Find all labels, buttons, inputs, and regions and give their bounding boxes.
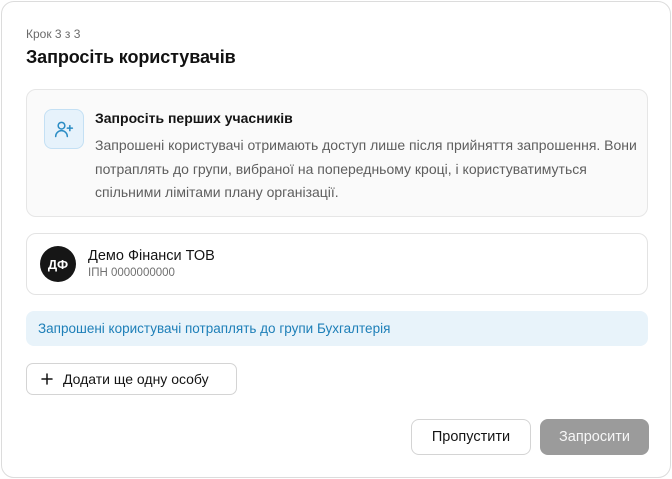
- add-person-label: Додати ще одну особу: [63, 371, 209, 387]
- organization-name: Демо Фінанси ТОВ: [88, 248, 215, 264]
- info-card: Запросіть перших учасників Запрошені кор…: [26, 89, 648, 217]
- info-title: Запросіть перших учасників: [95, 110, 293, 126]
- add-person-button[interactable]: Додати ще одну особу: [26, 363, 237, 395]
- invite-button[interactable]: Запросити: [540, 419, 649, 455]
- dialog-title: Запросіть користувачів: [26, 47, 236, 67]
- skip-button[interactable]: Пропустити: [411, 419, 531, 455]
- info-text: Запрошені користувачі отримають доступ л…: [95, 137, 637, 200]
- organization-tax-id: ІПН 0000000000: [88, 267, 175, 279]
- avatar: ДФ: [40, 246, 76, 282]
- plus-icon: [41, 373, 53, 385]
- invite-users-dialog: Крок 3 з 3 Запросіть користувачів Запрос…: [1, 1, 671, 478]
- step-indicator: Крок 3 з 3: [26, 27, 81, 41]
- group-notice-banner: Запрошені користувачі потраплять до груп…: [26, 311, 648, 346]
- organization-card: ДФ Демо Фінанси ТОВ ІПН 0000000000: [26, 233, 648, 295]
- user-plus-icon: [44, 109, 84, 149]
